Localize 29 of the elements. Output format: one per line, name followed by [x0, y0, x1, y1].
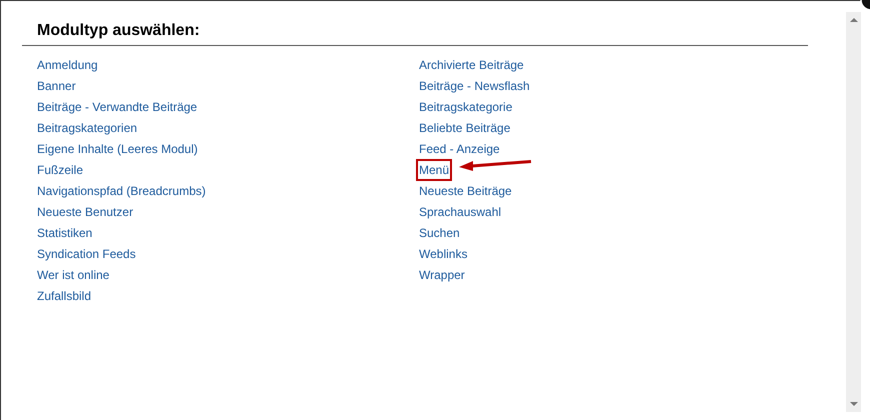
module-link[interactable]: Menü	[416, 158, 452, 180]
module-link[interactable]: Beiträge - Newsflash	[419, 76, 530, 94]
arrow-icon	[458, 160, 532, 171]
module-link[interactable]: Syndication Feeds	[37, 244, 136, 262]
module-link[interactable]: Anmeldung	[37, 56, 98, 74]
module-link[interactable]: Neueste Benutzer	[37, 202, 134, 220]
module-link[interactable]: Archivierte Beiträge	[419, 56, 524, 74]
scrollbar[interactable]	[846, 12, 861, 412]
module-link[interactable]: Sprachauswahl	[419, 202, 502, 220]
scroll-up-icon[interactable]	[850, 18, 858, 22]
module-link[interactable]: Neueste Beiträge	[419, 182, 512, 200]
scroll-down-icon[interactable]	[850, 402, 858, 406]
dialog-title: Modultyp auswählen:	[37, 22, 200, 39]
module-link[interactable]: Zufallsbild	[37, 286, 92, 304]
module-link[interactable]: Beitragskategorie	[419, 98, 512, 116]
module-link[interactable]: Navigationspfad (Breadcrumbs)	[37, 182, 206, 200]
module-link[interactable]: Banner	[37, 76, 76, 94]
module-link[interactable]: Fußzeile	[37, 160, 84, 178]
module-link[interactable]: Wer ist online	[37, 266, 110, 284]
module-link[interactable]: Beitragskategorien	[37, 118, 138, 136]
module-link[interactable]: Weblinks	[419, 244, 468, 262]
module-link[interactable]: Suchen	[419, 224, 460, 242]
module-link[interactable]: Feed - Anzeige	[419, 140, 500, 158]
close-icon[interactable]	[860, 0, 870, 10]
module-link[interactable]: Statistiken	[37, 224, 92, 242]
module-link[interactable]: Beliebte Beiträge	[419, 118, 510, 136]
module-link[interactable]: Beiträge - Verwandte Beiträge	[37, 98, 198, 116]
module-link[interactable]: Wrapper	[419, 266, 465, 284]
module-link[interactable]: Eigene Inhalte (Leeres Modul)	[37, 140, 198, 158]
